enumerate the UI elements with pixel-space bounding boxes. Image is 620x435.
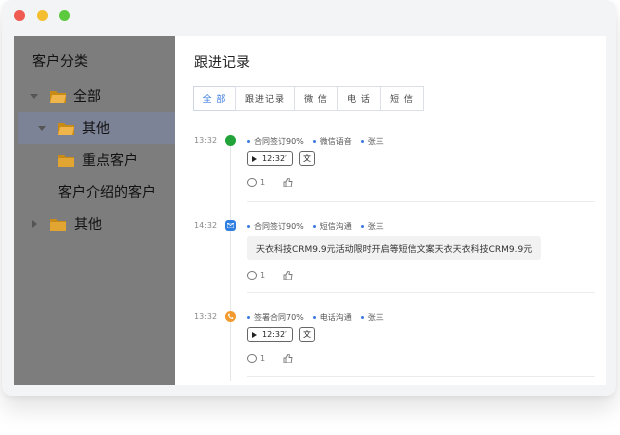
stage-tag: 合同签订90% (247, 136, 304, 147)
page-title: 跟进记录 (194, 55, 250, 71)
transcribe-button[interactable]: 文 (299, 151, 315, 166)
sidebar-item-all[interactable]: 全部 (18, 80, 175, 112)
entry-time: 14:32 (194, 221, 218, 230)
audio-duration: 12:32′ (262, 154, 287, 163)
channel-tag: 电话沟通 (313, 312, 352, 323)
sms-icon (225, 220, 236, 231)
sidebar-item-other[interactable]: 其他 (18, 208, 175, 240)
audio-play-button[interactable]: 12:32′ (247, 327, 293, 342)
sidebar-item-key-customers[interactable]: 重点客户 (18, 144, 175, 176)
audio-play-button[interactable]: 12:32′ (247, 151, 293, 166)
folder-open-icon (58, 122, 74, 135)
stage-tag: 签署合同70% (247, 312, 304, 323)
chevron-down-icon[interactable] (38, 125, 46, 131)
entry-time: 13:32 (194, 312, 218, 321)
channel-tag: 微信语音 (313, 136, 352, 147)
status-dot-icon (225, 135, 236, 146)
minimize-window-button[interactable] (37, 10, 48, 21)
stage-tag: 合同签订90% (247, 221, 304, 232)
folder-icon (50, 218, 66, 231)
tab-phone[interactable]: 电 话 (337, 86, 381, 111)
entry-divider (247, 201, 595, 202)
entry-time: 13:32 (194, 136, 218, 145)
maximize-window-button[interactable] (59, 10, 70, 21)
play-icon (252, 331, 257, 338)
folder-open-icon (50, 90, 66, 103)
chevron-right-icon[interactable] (32, 220, 37, 228)
sidebar-item-label: 其他 (82, 121, 110, 137)
owner-tag: 张三 (361, 221, 384, 232)
like-icon[interactable] (283, 354, 293, 363)
sidebar-item-label: 其他 (74, 217, 102, 233)
audio-duration: 12:32′ (262, 330, 287, 339)
entry-tags: 合同签订90% 微信语音 张三 (247, 136, 393, 147)
entry-actions: 1 (247, 354, 293, 363)
tab-sms[interactable]: 短 信 (380, 86, 424, 111)
transcribe-button[interactable]: 文 (299, 327, 315, 342)
comment-count: 1 (260, 178, 266, 187)
timeline-line (230, 134, 231, 381)
sidebar-item-other-selected[interactable]: 其他 (18, 112, 175, 144)
filter-tabs: 全 部 跟进记录 微 信 电 话 短 信 (193, 86, 424, 111)
phone-icon (225, 311, 236, 322)
sidebar-item-label: 客户介绍的客户 (58, 185, 156, 201)
channel-tag: 短信沟通 (313, 221, 352, 232)
close-window-button[interactable] (14, 10, 25, 21)
entry-tags: 合同签订90% 短信沟通 张三 (247, 221, 393, 232)
comment-count: 1 (260, 354, 266, 363)
tab-follow-up[interactable]: 跟进记录 (235, 86, 295, 111)
entry-actions: 1 (247, 178, 293, 187)
comment-icon[interactable] (247, 354, 257, 363)
chevron-down-icon[interactable] (30, 93, 38, 99)
owner-tag: 张三 (361, 136, 384, 147)
follow-up-panel: 跟进记录 全 部 跟进记录 微 信 电 话 短 信 13:32 合同签订90% … (175, 36, 606, 385)
tab-all[interactable]: 全 部 (193, 86, 236, 111)
entry-divider (247, 292, 595, 293)
entry-actions: 1 (247, 271, 293, 280)
app-window: 客户分类 全部 其他 重点客户 客户介绍的客户 其他 跟进记录 全 部 跟进记录… (2, 0, 616, 396)
like-icon[interactable] (283, 178, 293, 187)
comment-icon[interactable] (247, 178, 257, 187)
sidebar-title: 客户分类 (32, 54, 88, 70)
play-icon (252, 155, 257, 162)
entry-tags: 签署合同70% 电话沟通 张三 (247, 312, 393, 323)
sms-message: 天衣科技CRM9.9元活动限时开启等短信文案天衣天衣科技CRM9.9元 (247, 236, 542, 260)
customer-category-sidebar: 客户分类 全部 其他 重点客户 客户介绍的客户 其他 (14, 36, 175, 385)
comment-count: 1 (260, 271, 266, 280)
tab-wechat[interactable]: 微 信 (294, 86, 338, 111)
sidebar-item-label: 重点客户 (82, 153, 138, 169)
owner-tag: 张三 (361, 312, 384, 323)
sidebar-item-label: 全部 (73, 89, 101, 105)
folder-icon (58, 154, 74, 167)
entry-divider (247, 376, 595, 377)
sidebar-item-referred-customers[interactable]: 客户介绍的客户 (18, 176, 175, 208)
like-icon[interactable] (283, 271, 293, 280)
comment-icon[interactable] (247, 271, 257, 280)
